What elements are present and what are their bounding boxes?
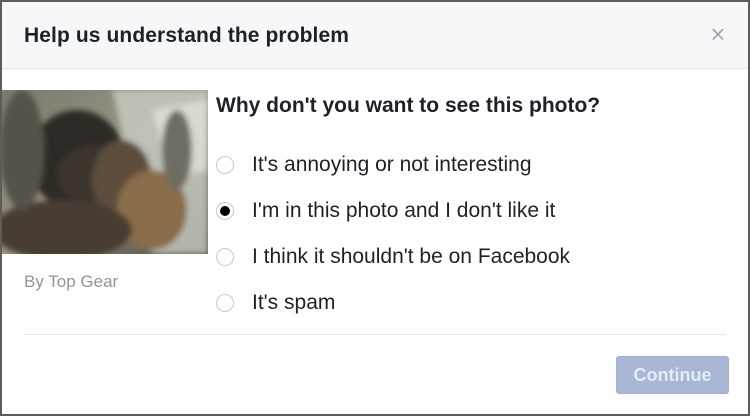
option-label: I'm in this photo and I don't like it — [252, 199, 556, 222]
option-spam[interactable]: It's spam — [216, 280, 570, 326]
radio-button[interactable] — [216, 294, 234, 312]
option-shouldnt-be-on-facebook[interactable]: I think it shouldn't be on Facebook — [216, 234, 570, 280]
continue-button[interactable]: Continue — [616, 356, 729, 394]
photo-thumbnail — [2, 90, 208, 254]
option-label: It's spam — [252, 291, 336, 314]
option-in-photo[interactable]: I'm in this photo and I don't like it — [216, 188, 570, 234]
option-label: I think it shouldn't be on Facebook — [252, 245, 571, 268]
radio-button[interactable] — [216, 248, 234, 266]
radio-button[interactable] — [216, 156, 234, 174]
report-photo-dialog: Help us understand the problem × By Top … — [0, 0, 750, 416]
option-annoying[interactable]: It's annoying or not interesting — [216, 142, 570, 188]
dialog-title: Help us understand the problem — [24, 24, 350, 47]
photo-credit[interactable]: By Top Gear — [24, 272, 118, 292]
dialog-header: Help us understand the problem × — [2, 2, 748, 69]
footer-divider — [24, 334, 726, 335]
question-heading: Why don't you want to see this photo? — [216, 94, 601, 117]
reason-options: It's annoying or not interesting I'm in … — [216, 142, 570, 326]
option-label: It's annoying or not interesting — [252, 153, 532, 176]
radio-button-selected[interactable] — [216, 202, 234, 220]
close-icon[interactable]: × — [706, 21, 730, 47]
